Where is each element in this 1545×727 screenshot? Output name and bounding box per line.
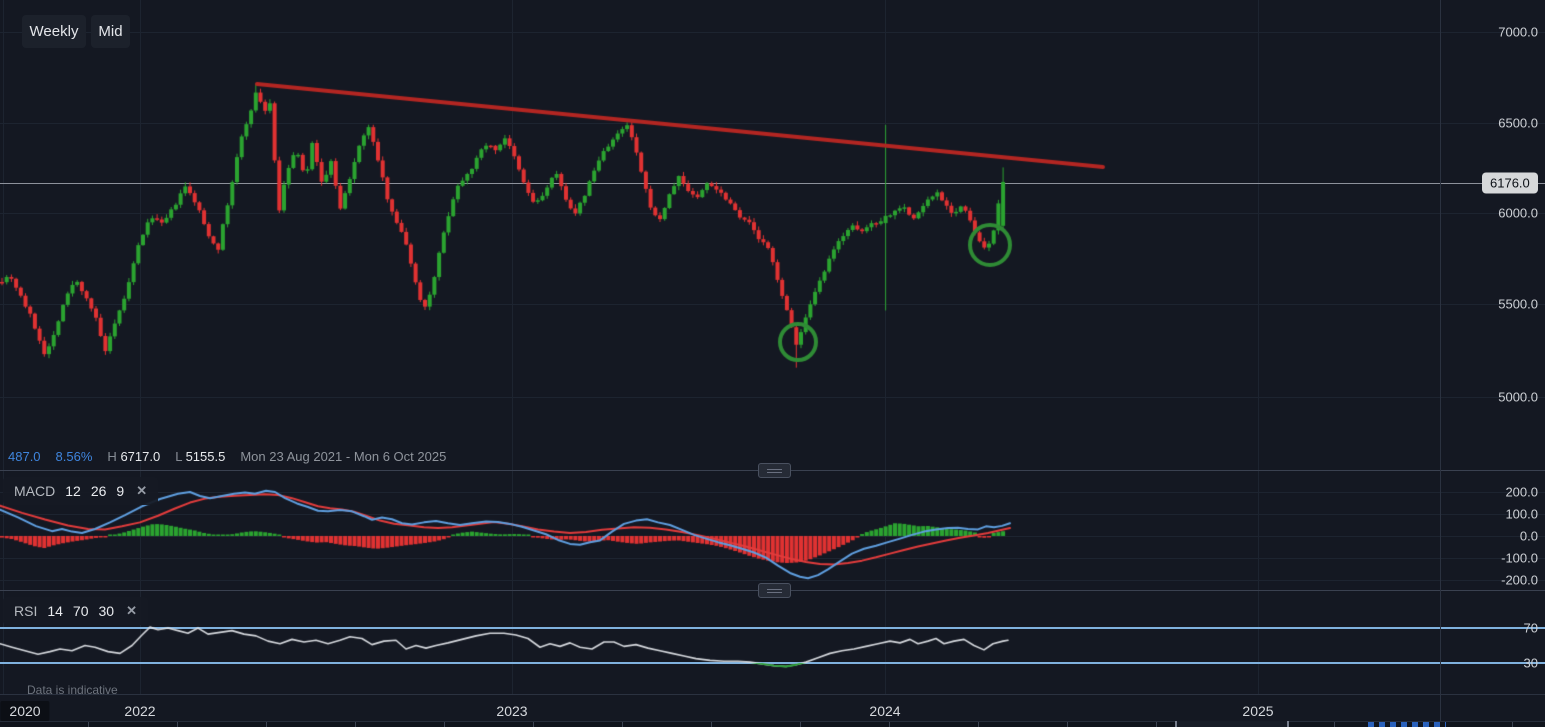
date-range: Mon 23 Aug 2021 - Mon 6 Oct 2025 <box>240 449 446 464</box>
price-tick: 6000.0 <box>1444 206 1538 221</box>
rsi-tick: 70 <box>1444 621 1538 636</box>
macd-indicator-chip[interactable]: MACD 12 26 9 ✕ <box>3 477 158 505</box>
period-low: L 5155.5 <box>175 449 225 464</box>
year-label-2022: 2022 <box>124 703 155 719</box>
macd-tick: 0.0 <box>1444 529 1538 544</box>
chart-window: Weekly Mid 487.0 8.56% H 6717.0 L 5155.5… <box>0 0 1545 727</box>
macd-tick: -100.0 <box>1444 551 1538 566</box>
price-tick: 5500.0 <box>1444 297 1538 312</box>
macd-param-fast: 12 <box>65 483 81 499</box>
macd-tick: -200.0 <box>1444 573 1538 588</box>
high-value: 6717.0 <box>120 449 160 464</box>
year-label-2024: 2024 <box>869 703 900 719</box>
macd-tick: 100.0 <box>1444 507 1538 522</box>
period-high: H 6717.0 <box>107 449 160 464</box>
price-axis-divider <box>1440 0 1441 721</box>
current-price-label: 6176.0 <box>1482 173 1538 194</box>
high-label: H <box>107 449 116 464</box>
close-icon[interactable]: ✕ <box>126 603 137 619</box>
interval-button[interactable]: Weekly <box>22 15 86 48</box>
pane-resize-handle-icon[interactable] <box>758 583 791 598</box>
data-indicative-note: Data is indicative <box>27 683 118 697</box>
rsi-pane-canvas[interactable] <box>0 598 1440 695</box>
macd-tick: 200.0 <box>1444 485 1538 500</box>
legend-bar: 487.0 8.56% H 6717.0 L 5155.5 Mon 23 Aug… <box>8 449 446 464</box>
price-type-button[interactable]: Mid <box>91 15 130 48</box>
macd-param-signal: 9 <box>116 483 124 499</box>
price-tick: 6500.0 <box>1444 116 1538 131</box>
pane-resize-handle-icon[interactable] <box>758 463 791 478</box>
macd-name: MACD <box>14 483 55 499</box>
rsi-tick: 30 <box>1444 656 1538 671</box>
change-percent: 8.56% <box>56 449 93 464</box>
macd-param-slow: 26 <box>91 483 107 499</box>
change-value: 487.0 <box>8 449 41 464</box>
year-label-2023: 2023 <box>496 703 527 719</box>
rsi-param-upper: 70 <box>73 603 89 619</box>
year-label-2025: 2025 <box>1242 703 1273 719</box>
macd-pane-canvas[interactable] <box>0 478 1440 590</box>
rsi-param-lower: 30 <box>99 603 115 619</box>
close-icon[interactable]: ✕ <box>136 483 147 499</box>
time-scrollbar-handle[interactable] <box>1175 721 1289 727</box>
rsi-indicator-chip[interactable]: RSI 14 70 30 ✕ <box>3 597 148 625</box>
provider-logo-partial <box>1368 722 1446 727</box>
rsi-param-length: 14 <box>47 603 63 619</box>
year-label-2020: 2020 <box>0 701 49 721</box>
low-value: 5155.5 <box>186 449 226 464</box>
low-label: L <box>175 449 182 464</box>
rsi-name: RSI <box>14 603 37 619</box>
price-tick: 7000.0 <box>1444 25 1538 40</box>
price-pane-canvas[interactable] <box>0 0 1440 470</box>
price-tick: 5000.0 <box>1444 390 1538 405</box>
time-scrollbar[interactable] <box>0 721 1545 727</box>
xaxis-divider <box>0 694 1545 695</box>
